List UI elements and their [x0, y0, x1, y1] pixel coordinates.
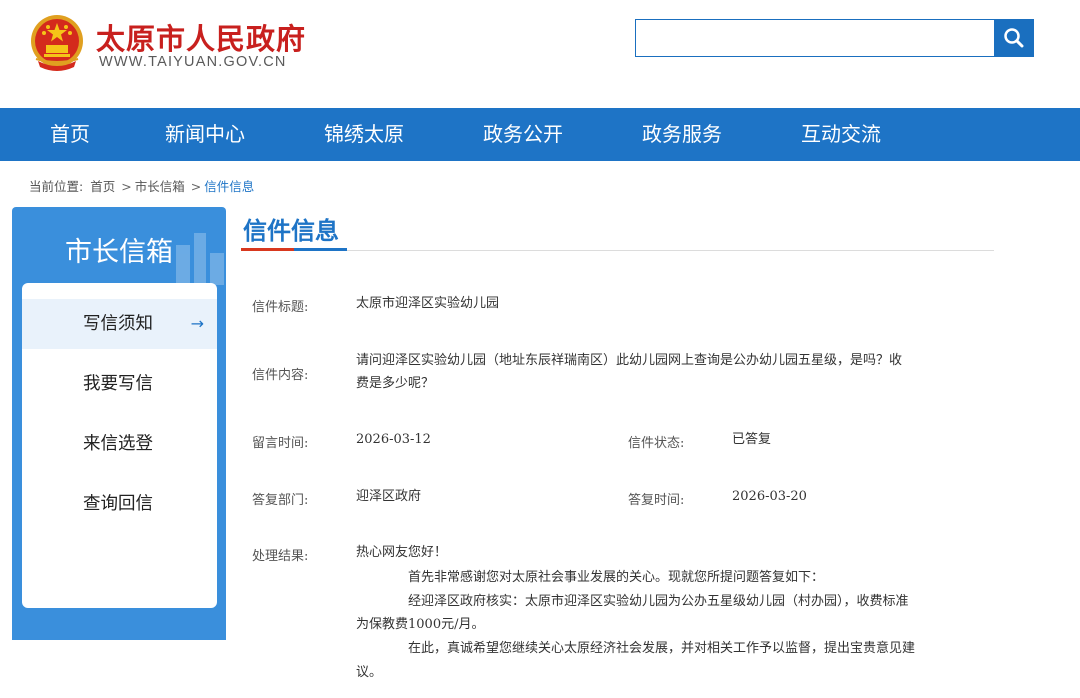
- result-line-2: 首先非常感谢您对太原社会事业发展的关心。现就您所提问题答复如下：: [408, 570, 825, 585]
- subject-value: 太原市迎泽区实验幼儿园: [356, 296, 500, 311]
- dept-label: 答复部门:: [252, 493, 309, 508]
- result-line-5: 在此，真诚希望您继续关心太原经济社会发展，并对相关工作予以监督，提出宝贵意见建: [408, 641, 916, 656]
- breadcrumb-home[interactable]: 首页: [90, 179, 115, 194]
- nav-item-services[interactable]: 政务服务: [642, 108, 722, 161]
- time-value: 2026-03-12: [356, 432, 431, 447]
- subject-label: 信件标题:: [252, 300, 309, 315]
- sidebar-menu: 写信须知 → 我要写信 来信选登 查询回信: [22, 283, 217, 608]
- sidebar: 市长信箱 写信须知 → 我要写信 来信选登 查询回信: [12, 207, 226, 640]
- sidebar-title: 市长信箱: [65, 237, 173, 268]
- nav-item-home[interactable]: 首页: [50, 108, 90, 161]
- content-label: 信件内容:: [252, 368, 309, 383]
- breadcrumb-separator: >: [190, 179, 202, 194]
- sidebar-item-label: 来信选登: [83, 434, 153, 454]
- sidebar-item-query-reply[interactable]: 查询回信: [22, 479, 217, 529]
- search-icon: [1004, 28, 1024, 48]
- result-line-6: 议。: [356, 665, 383, 680]
- page-title: 信件信息: [243, 217, 339, 245]
- breadcrumb-separator: >: [121, 179, 132, 194]
- result-line-3: 经迎泽区政府核实：太原市迎泽区实验幼儿园为公办五星级幼儿园（村办园），收费标准: [408, 594, 909, 609]
- time-label: 留言时间:: [252, 436, 309, 451]
- sidebar-item-writing-guide[interactable]: 写信须知 →: [22, 299, 217, 349]
- sidebar-item-label: 查询回信: [83, 494, 153, 514]
- breadcrumb: 当前位置: 首页 > 市长信箱 > 信件信息: [29, 176, 257, 195]
- nav-item-interaction[interactable]: 互动交流: [801, 108, 881, 161]
- reply-time-value: 2026-03-20: [732, 489, 807, 504]
- site-domain: WWW.TAIYUAN.GOV.CN: [99, 54, 287, 70]
- nav-item-news[interactable]: 新闻中心: [165, 108, 245, 161]
- title-accent-bar: [241, 248, 347, 251]
- search-box: [635, 19, 995, 57]
- content-value-line2: 费是多少呢？: [356, 376, 435, 391]
- header: 太原市人民政府 WWW.TAIYUAN.GOV.CN: [0, 0, 1080, 108]
- content-value-line1: 请问迎泽区实验幼儿园（地址东辰祥瑞南区）此幼儿园网上查询是公办幼儿园五星级，是吗…: [356, 353, 903, 368]
- result-line-4: 为保教费1000元/月。: [356, 617, 485, 632]
- result-label: 处理结果:: [252, 549, 309, 564]
- reply-time-label: 答复时间:: [628, 493, 685, 508]
- breadcrumb-label: 当前位置:: [29, 179, 84, 194]
- title-divider: [241, 250, 994, 251]
- status-label: 信件状态:: [628, 436, 685, 451]
- search-input[interactable]: [636, 20, 995, 56]
- dept-value: 迎泽区政府: [356, 489, 422, 504]
- sidebar-item-label: 我要写信: [83, 374, 153, 394]
- breadcrumb-mailbox[interactable]: 市长信箱: [135, 179, 185, 194]
- sidebar-item-selected-letters[interactable]: 来信选登: [22, 419, 217, 469]
- site-title[interactable]: 太原市人民政府: [96, 16, 306, 58]
- breadcrumb-current[interactable]: 信件信息: [204, 179, 254, 194]
- nav-item-taiyuan[interactable]: 锦绣太原: [324, 108, 404, 161]
- arrow-right-icon: →: [190, 314, 204, 333]
- sidebar-item-label: 写信须知: [83, 314, 153, 334]
- national-emblem-icon[interactable]: [28, 13, 86, 73]
- main-nav: 首页 新闻中心 锦绣太原 政务公开 政务服务 互动交流: [0, 108, 1080, 161]
- status-value: 已答复: [732, 432, 772, 447]
- search-button[interactable]: [994, 19, 1034, 57]
- result-greeting: 热心网友您好！: [356, 545, 448, 560]
- nav-item-gov-affairs[interactable]: 政务公开: [483, 108, 563, 161]
- sidebar-item-write-letter[interactable]: 我要写信: [22, 359, 217, 409]
